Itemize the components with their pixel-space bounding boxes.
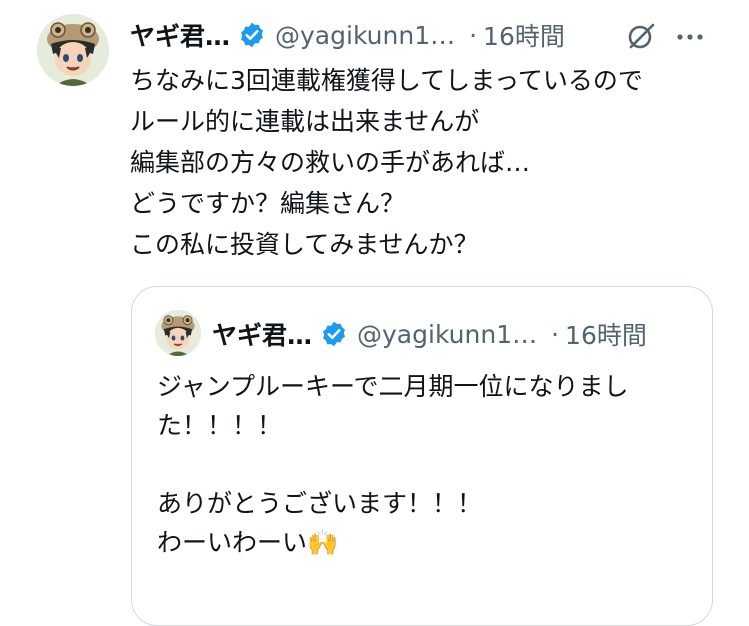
author-name[interactable]: ヤギ君… [130, 17, 230, 53]
quoted-timestamp: 16時間 [565, 321, 647, 350]
timestamp[interactable]: 16時間 [483, 17, 565, 53]
quoted-avatar[interactable] [155, 310, 201, 356]
grok-icon[interactable] [625, 20, 657, 52]
quoted-tweet-header: ヤギ君… @yagikunn1… · 16時間 [212, 316, 647, 352]
author-handle[interactable]: @yagikunn1… [275, 21, 455, 50]
tweet-header: ヤギ君… @yagikunn1… · 16時間 [130, 17, 565, 53]
avatar[interactable] [37, 14, 109, 86]
avatar-image [37, 14, 109, 86]
quoted-separator-dot: · [551, 319, 560, 349]
tweet-text: ちなみに3回連載権獲得してしまっているので ルール的に連載は出来ませんが 編集部… [130, 66, 643, 259]
separator-dot: · [469, 20, 478, 50]
quoted-author-name: ヤギ君… [212, 321, 313, 350]
more-options-icon[interactable] [675, 20, 705, 52]
verified-badge-icon [238, 21, 266, 49]
quoted-tweet-text: ジャンプルーキーで二月期一位になりました！！！！ ありがとうございます！！！ わ… [157, 372, 629, 557]
quoted-author-handle: @yagikunn1… [357, 319, 538, 349]
tweet-actions-top [625, 20, 705, 52]
quoted-avatar-image [155, 310, 201, 356]
verified-badge-icon [320, 320, 348, 348]
